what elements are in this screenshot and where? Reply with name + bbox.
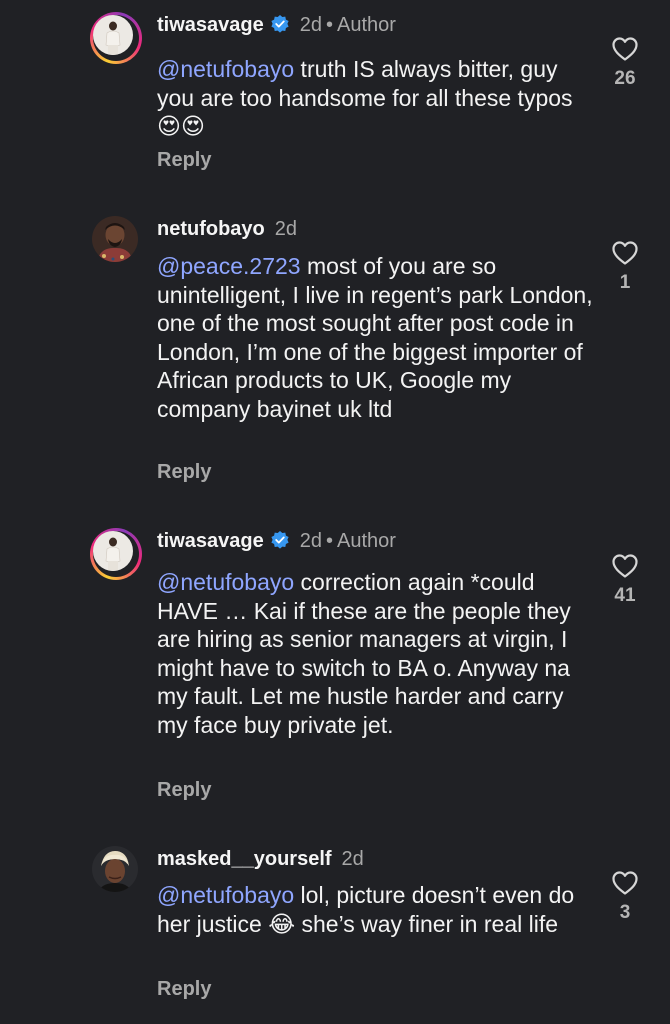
comment-header: netufobayo 2d	[157, 216, 297, 242]
heart-outline-icon	[612, 554, 638, 578]
comment-header: tiwasavage 2d • Author	[157, 12, 396, 41]
mention-link[interactable]: @netufobayo	[157, 56, 294, 82]
like-button[interactable]: 26	[608, 36, 642, 90]
username[interactable]: tiwasavage	[157, 530, 264, 552]
reply-button[interactable]: Reply	[157, 461, 211, 484]
verified-badge-icon	[270, 530, 290, 557]
comment-text: @netufobayo correction again *could HAVE…	[157, 568, 597, 739]
username[interactable]: netufobayo	[157, 218, 265, 240]
avatar[interactable]	[90, 528, 142, 580]
reply-button[interactable]: Reply	[157, 779, 211, 802]
comment-time: 2d	[299, 14, 322, 36]
comment-time: 2d	[299, 530, 322, 552]
mention-link[interactable]: @netufobayo	[157, 882, 294, 908]
comment-text: @netufobayo truth IS always bitter, guy …	[157, 55, 597, 141]
comment-time: 2d	[274, 218, 298, 240]
comment-text: @peace.2723 most of you are so unintelli…	[157, 252, 597, 423]
like-button[interactable]: 1	[608, 240, 642, 294]
like-button[interactable]: 41	[608, 553, 642, 607]
author-label: Author	[337, 530, 396, 552]
comment-time: 2d	[341, 848, 364, 870]
mention-link[interactable]: @peace.2723	[157, 253, 301, 279]
heart-outline-icon	[612, 871, 638, 895]
mention-link[interactable]: @netufobayo	[157, 569, 294, 595]
separator-dot: •	[325, 14, 333, 36]
comment-header: tiwasavage 2d • Author	[157, 528, 396, 557]
comment-header: masked__yourself 2d	[157, 846, 364, 872]
separator-dot: •	[325, 530, 333, 552]
like-button[interactable]: 3	[608, 870, 642, 924]
like-count: 3	[619, 902, 631, 923]
username[interactable]: masked__yourself	[157, 848, 332, 870]
comment-text: @netufobayo lol, picture doesn’t even do…	[157, 881, 597, 938]
like-count: 26	[614, 68, 636, 89]
reply-button[interactable]: Reply	[157, 149, 211, 172]
reply-button[interactable]: Reply	[157, 978, 211, 1001]
avatar[interactable]	[90, 12, 142, 64]
heart-outline-icon	[612, 241, 638, 265]
author-label: Author	[337, 14, 396, 36]
like-count: 1	[619, 272, 631, 293]
avatar[interactable]	[92, 846, 138, 892]
heart-outline-icon	[612, 37, 638, 61]
avatar[interactable]	[92, 216, 138, 262]
like-count: 41	[614, 585, 636, 606]
verified-badge-icon	[270, 14, 290, 41]
username[interactable]: tiwasavage	[157, 14, 264, 36]
